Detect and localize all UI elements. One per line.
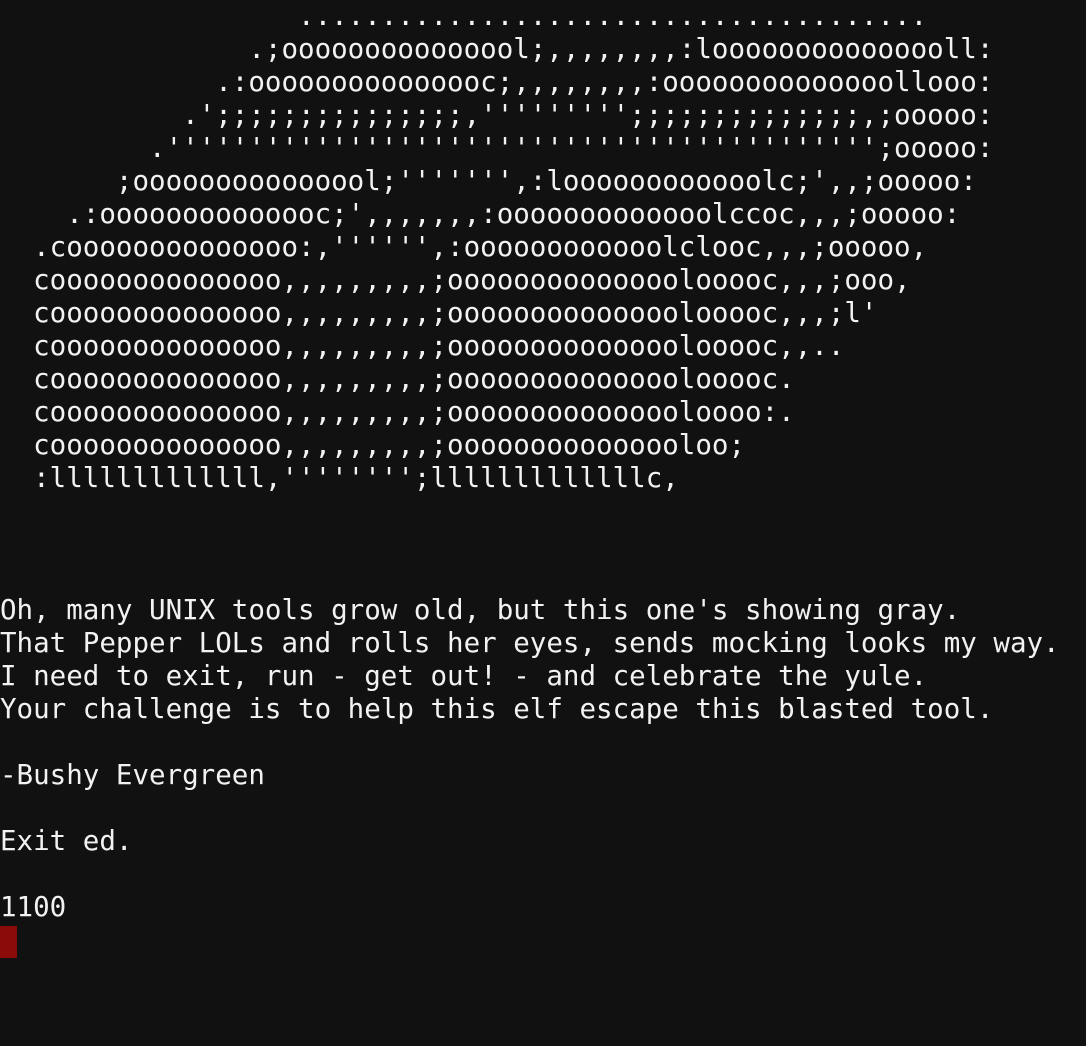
ascii-art-line: :lllllllllllll,'''''''';lllllllllllllc, xyxy=(0,462,679,494)
ascii-art-line: .:ooooooooooooooc;,,,,,,,,:ooooooooooooo… xyxy=(0,66,994,98)
ascii-art-line: .:oooooooooooooc;',,,,,,,:oooooooooooool… xyxy=(0,198,961,230)
ascii-art-line: ...................................... xyxy=(0,0,928,32)
terminal-cursor[interactable] xyxy=(0,926,17,958)
signature: -Bushy Evergreen xyxy=(0,759,265,791)
poem-line: That Pepper LOLs and rolls her eyes, sen… xyxy=(0,627,1060,659)
ascii-art-line: .'''''''''''''''''''''''''''''''''''''''… xyxy=(0,132,994,164)
ascii-art-line: coooooooooooooo,,,,,,,,,;ooooooooooooool… xyxy=(0,429,746,461)
ascii-art-line: coooooooooooooo,,,,,,,,,;ooooooooooooool… xyxy=(0,330,845,362)
task-instruction: Exit ed. xyxy=(0,825,133,857)
ascii-art-line: ;ooooooooooooool;''''''',:looooooooooool… xyxy=(0,165,977,197)
ascii-art-line: coooooooooooooo,,,,,,,,,;ooooooooooooool… xyxy=(0,396,795,428)
poem-line: I need to exit, run - get out! - and cel… xyxy=(0,660,928,692)
ascii-art-line: .';;;;;;;;;;;;;;;,''''''''';;;;;;;;;;;;;… xyxy=(0,99,994,131)
poem-line: Your challenge is to help this elf escap… xyxy=(0,693,994,725)
ascii-art-line: .;ooooooooooooool;,,,,,,,,:loooooooooooo… xyxy=(0,33,994,65)
ascii-art-line: coooooooooooooo,,,,,,,,,;ooooooooooooool… xyxy=(0,264,911,296)
ascii-art-line: .coooooooooooooo:,'''''',:oooooooooooolc… xyxy=(0,231,928,263)
command-output: 1100 xyxy=(0,891,67,923)
ascii-art-line: coooooooooooooo,,,,,,,,,;ooooooooooooool… xyxy=(0,363,795,395)
poem-line: Oh, many UNIX tools grow old, but this o… xyxy=(0,594,961,626)
terminal-window[interactable]: ...................................... .… xyxy=(0,0,1086,1046)
ascii-art-line: coooooooooooooo,,,,,,,,,;ooooooooooooool… xyxy=(0,297,878,329)
